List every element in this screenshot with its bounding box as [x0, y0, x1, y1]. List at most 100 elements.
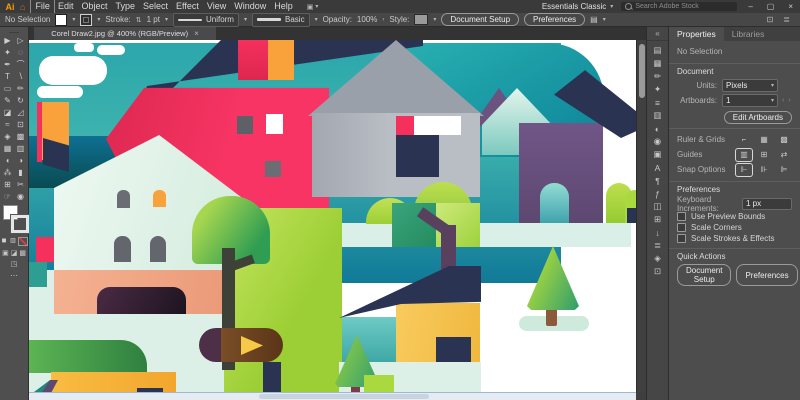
stroke-stepper[interactable]: ⇅ — [136, 16, 142, 24]
keyboard-increments-input[interactable]: 1 px — [742, 198, 792, 210]
column-graph-tool[interactable]: ▮ — [14, 166, 27, 178]
vertical-scrollbar[interactable] — [636, 40, 646, 392]
draw-inside-icon[interactable]: ▩ — [19, 249, 26, 257]
menu-type[interactable]: Type — [111, 0, 139, 13]
free-transform-tool[interactable]: ⊡ — [14, 118, 27, 130]
tab-close-icon[interactable]: × — [194, 29, 199, 38]
rotate-tool[interactable]: ↻ — [14, 94, 27, 106]
perspective-grid-tool[interactable]: ▩ — [14, 130, 27, 142]
type-tool[interactable]: T — [1, 70, 14, 82]
menu-view[interactable]: View — [203, 0, 230, 13]
lasso-tool[interactable]: ◌ — [14, 46, 27, 58]
character-panel-icon[interactable]: A — [650, 161, 665, 174]
asset-export-panel-icon[interactable]: ↓ — [650, 226, 665, 239]
slice-tool[interactable]: ✂ — [14, 178, 27, 190]
gradient-tool[interactable]: ▥ — [14, 142, 27, 154]
color-button[interactable]: ◼ — [0, 237, 8, 244]
screen-mode-icon[interactable]: ◳ — [11, 260, 18, 268]
next-artboard-icon[interactable]: › — [788, 97, 790, 104]
collapse-panels-icon[interactable]: ⊡ — [767, 15, 774, 24]
smart-guides-icon[interactable]: ⇄ — [776, 149, 792, 161]
canvas-artwork[interactable] — [29, 40, 636, 392]
layers-panel-icon[interactable]: ◫ — [650, 200, 665, 213]
mesh-tool[interactable]: ▦ — [1, 142, 14, 154]
artboards-panel-icon[interactable]: ⊞ — [650, 213, 665, 226]
chevron-down-icon[interactable]: ▾ — [433, 16, 436, 23]
fill-color-swatch[interactable] — [55, 14, 67, 26]
units-select[interactable]: Pixels ▾ — [722, 79, 778, 92]
pen-tool[interactable]: ✒ — [1, 58, 14, 70]
artboards-select[interactable]: 1 ▾ — [722, 94, 778, 107]
opentype-panel-icon[interactable]: ƒ — [650, 187, 665, 200]
minimize-button[interactable]: – — [745, 2, 755, 11]
quick-preferences-button[interactable]: Preferences — [736, 264, 797, 286]
grid-icon[interactable]: ▦ — [756, 134, 772, 146]
edit-artboards-button[interactable]: Edit Artboards — [724, 111, 792, 124]
artboard-tool[interactable]: ⊞ — [1, 178, 14, 190]
pixel-grid-icon[interactable]: ▩ — [776, 134, 792, 146]
swatches-panel-icon[interactable]: ▦ — [650, 57, 665, 70]
chevron-down-icon[interactable]: ▾ — [165, 16, 168, 23]
stroke-weight-value[interactable]: 1 pt — [147, 15, 160, 24]
symbol-sprayer-tool[interactable]: ⁂ — [1, 166, 14, 178]
gradient-button[interactable]: ▥ — [9, 237, 17, 244]
symbols-panel-icon[interactable]: ✦ — [650, 83, 665, 96]
snap-pixel-icon[interactable]: ⊪ — [756, 164, 772, 176]
quick-document-setup-button[interactable]: Document Setup — [677, 264, 731, 286]
menu-object[interactable]: Object — [77, 0, 111, 13]
line-tool[interactable]: ∖ — [14, 70, 27, 82]
workspace-select[interactable]: Essentials Classic ▾ — [542, 2, 613, 11]
snap-point-icon[interactable]: ⊫ — [776, 164, 792, 176]
pencil-tool[interactable]: ✎ — [1, 94, 14, 106]
dock-collapse-icon[interactable]: « — [647, 27, 668, 41]
color-panel-icon[interactable]: ▤ — [650, 44, 665, 57]
tab-properties[interactable]: Properties — [669, 27, 724, 41]
gradient-panel-icon[interactable]: ▥ — [650, 109, 665, 122]
style-swatch[interactable] — [414, 14, 428, 25]
opacity-value[interactable]: 100% — [357, 15, 377, 24]
direct-selection-tool[interactable]: ▷ — [14, 34, 27, 46]
stroke-panel-icon[interactable]: ≡ — [650, 96, 665, 109]
close-button[interactable]: × — [785, 2, 796, 11]
vertical-scroll-thumb[interactable] — [639, 44, 645, 98]
appearance-panel-icon[interactable]: ◉ — [650, 135, 665, 148]
paragraph-panel-icon[interactable]: ¶ — [650, 174, 665, 187]
document-tab[interactable]: Corel Draw2.jpg @ 400% (RGB/Preview) × — [34, 27, 216, 40]
graphic-styles-panel-icon[interactable]: ▣ — [650, 148, 665, 161]
menu-select[interactable]: Select — [139, 0, 172, 13]
chevron-down-icon[interactable]: ▾ — [72, 16, 75, 23]
horizontal-scrollbar[interactable] — [29, 392, 636, 400]
restore-button[interactable]: ▢ — [764, 2, 778, 11]
brushes-panel-icon[interactable]: ✏ — [650, 70, 665, 83]
menu-window[interactable]: Window — [230, 0, 270, 13]
control-menu-icon[interactable]: ≣ — [783, 15, 790, 24]
draw-behind-icon[interactable]: ◪ — [11, 249, 18, 257]
scale-strokes-checkbox[interactable] — [677, 234, 686, 243]
stroke-swatch[interactable] — [11, 215, 29, 233]
scale-corners-checkbox[interactable] — [677, 223, 686, 232]
width-profile-select[interactable]: Uniform — [173, 13, 239, 27]
eyedropper-tool[interactable]: ◖ — [1, 154, 14, 166]
search-input[interactable]: Search Adobe Stock — [621, 2, 737, 11]
use-preview-bounds-checkbox[interactable] — [677, 212, 686, 221]
toolbar-overflow-icon[interactable]: ⋯ — [0, 271, 28, 280]
transform-panel-icon[interactable]: ⊡ — [650, 265, 665, 278]
menu-help[interactable]: Help — [270, 0, 297, 13]
chevron-down-icon[interactable]: ▾ — [244, 16, 247, 23]
magic-wand-tool[interactable]: ✦ — [1, 46, 14, 58]
show-guides-icon[interactable]: ▥ — [736, 149, 752, 161]
lock-guides-icon[interactable]: ⊞ — [756, 149, 772, 161]
brush-definition-select[interactable]: Basic — [252, 13, 310, 27]
document-setup-button[interactable]: Document Setup — [441, 13, 519, 26]
none-button[interactable] — [18, 237, 28, 246]
tab-libraries[interactable]: Libraries — [724, 27, 773, 41]
zoom-tool[interactable]: ◉ — [14, 190, 27, 202]
scale-tool[interactable]: ◿ — [14, 106, 27, 118]
transparency-panel-icon[interactable]: ◐ — [650, 122, 665, 135]
eraser-tool[interactable]: ◪ — [1, 106, 14, 118]
home-icon[interactable]: ⌂ — [20, 2, 25, 12]
chevron-down-icon[interactable]: ▾ — [97, 16, 100, 23]
pathfinder-panel-icon[interactable]: ◈ — [650, 252, 665, 265]
workspace-switcher-icon[interactable]: ▣ ▾ — [307, 3, 319, 11]
menu-file[interactable]: File — [31, 0, 54, 13]
